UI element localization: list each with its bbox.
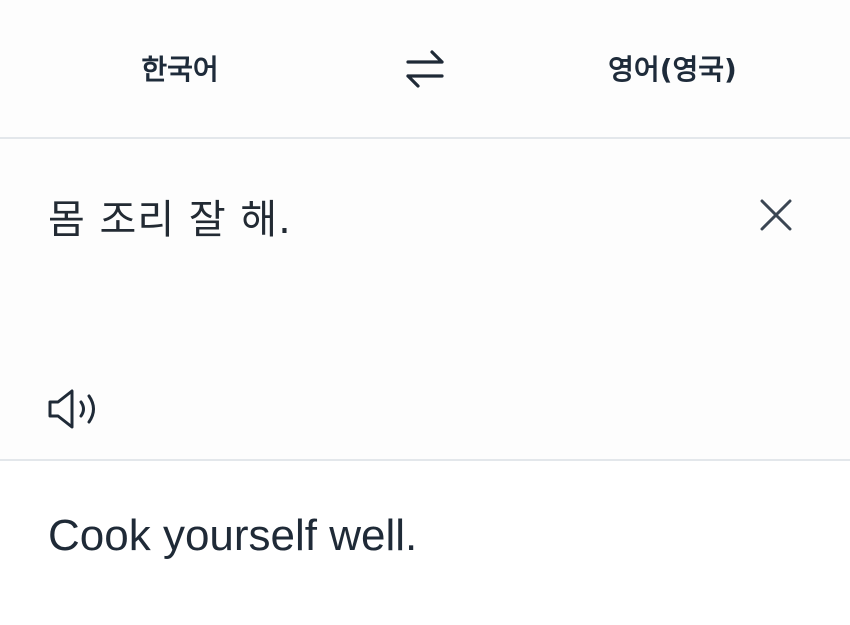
source-language-selector[interactable]: 한국어 (100, 48, 260, 88)
swap-languages-button[interactable] (398, 42, 452, 96)
translation-text: Cook yourself well. (48, 511, 418, 560)
cropped-secondary-text (48, 619, 118, 625)
translator-app: 한국어 영어(영국) 몸 조리 잘 해. Cook yourself well. (0, 0, 850, 625)
clear-text-button[interactable] (752, 191, 800, 239)
source-panel: 몸 조리 잘 해. (0, 139, 850, 461)
listen-source-button[interactable] (44, 385, 106, 433)
source-text-input[interactable]: 몸 조리 잘 해. (48, 187, 292, 245)
target-language-selector[interactable]: 영어(영국) (580, 48, 765, 88)
language-bar: 한국어 영어(영국) (0, 0, 850, 139)
swap-arrows-icon (406, 50, 444, 88)
close-icon (760, 199, 792, 231)
translation-panel: Cook yourself well. (0, 461, 850, 625)
speaker-icon (48, 389, 95, 429)
